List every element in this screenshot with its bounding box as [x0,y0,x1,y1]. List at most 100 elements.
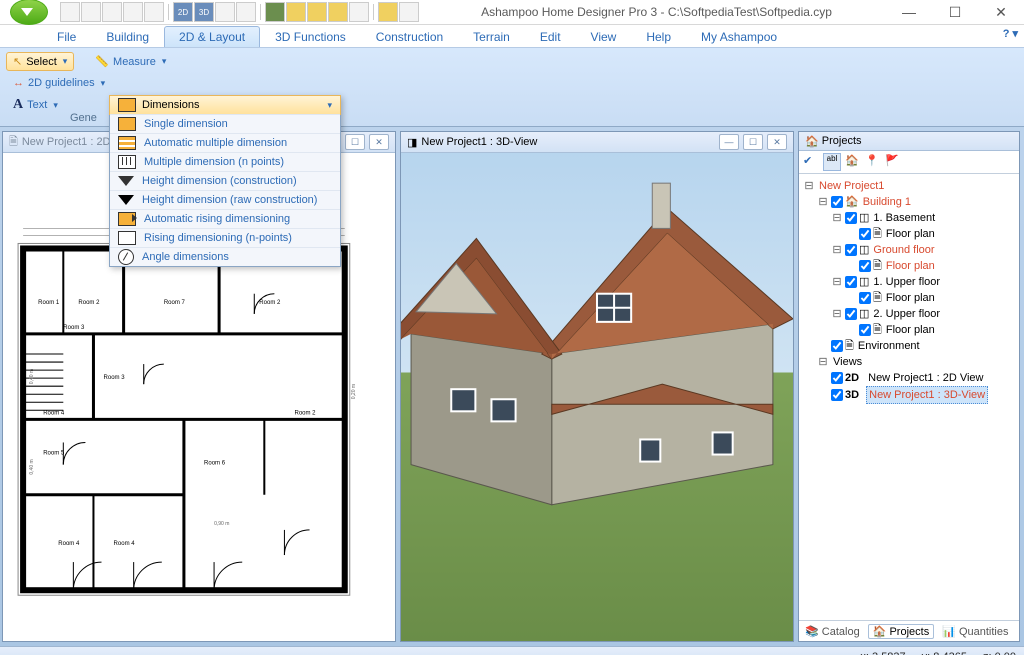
guidelines-button[interactable]: ↔ 2D guidelines▾ [6,74,112,92]
menu-terrain[interactable]: Terrain [458,26,525,47]
select-button[interactable]: ↖ Select▾ [6,52,74,71]
dd-auto-rising[interactable]: Automatic rising dimensioning [110,209,340,228]
app-logo[interactable] [10,0,48,25]
dd-height-construction[interactable]: Height dimension (construction) [110,171,340,190]
chk-upper1[interactable] [845,276,857,288]
height-raw-icon [118,195,134,205]
qt-section-icon[interactable] [236,2,256,22]
auto-multi-icon [118,136,136,150]
view-3d-titlebar[interactable]: ◨ New Project1 : 3D-View — ☐ ✕ [401,132,793,153]
menu-view[interactable]: View [576,26,632,47]
menu-3d-functions[interactable]: 3D Functions [260,26,361,47]
qt-layout-icon[interactable] [215,2,235,22]
tree-upper1-plan[interactable]: Floor plan [884,290,937,306]
projects-tree[interactable]: ⊟New Project1 ⊟🏠Building 1 ⊟◫1. Basement… [799,174,1019,620]
menu-my-ashampoo[interactable]: My Ashampoo [686,26,792,47]
menu-edit[interactable]: Edit [525,26,576,47]
rising-n-icon [118,231,136,245]
window-title: Ashampoo Home Designer Pro 3 - C:\Softpe… [427,5,886,19]
tree-upper1[interactable]: 1. Upper floor [871,274,942,290]
tree-2dview[interactable]: New Project1 : 2D View [866,370,985,386]
env-icon: 🗎 [845,338,854,354]
tree-basement-plan[interactable]: Floor plan [884,226,937,242]
pt-flag2-icon[interactable]: 🚩 [885,154,901,170]
qt-snap2-icon[interactable] [307,2,327,22]
dd-rising-n[interactable]: Rising dimensioning (n-points) [110,228,340,247]
tree-upper2[interactable]: 2. Upper floor [871,306,942,322]
tree-basement[interactable]: 1. Basement [871,210,937,226]
view3d-min-button[interactable]: — [719,134,739,150]
tree-views[interactable]: Views [831,354,864,370]
maximize-button[interactable]: ☐ [932,0,978,24]
cursor-icon: ↖ [13,55,22,68]
close-button[interactable]: ✕ [978,0,1024,24]
qt-new-icon[interactable] [60,2,80,22]
chk-upper2[interactable] [845,308,857,320]
floor-icon: ◫ [859,306,869,322]
view3d-close-button[interactable]: ✕ [767,134,787,150]
text-button[interactable]: A Text▾ [6,94,65,116]
qt-redo-icon[interactable] [144,2,164,22]
dd-angle[interactable]: Angle dimensions [110,247,340,266]
view3d-max-button[interactable]: ☐ [743,134,763,150]
menu-2d-layout[interactable]: 2D & Layout [164,26,260,47]
tree-ground[interactable]: Ground floor [871,242,936,258]
dropdown-header[interactable]: Dimensions ▾ [109,95,341,115]
minimize-button[interactable]: — [886,0,932,24]
chk-basement-plan[interactable] [859,228,871,240]
view-max-button[interactable]: ☐ [345,134,365,150]
tab-quantities[interactable]: 📊 Quantities [942,625,1008,638]
qt-options-icon[interactable] [399,2,419,22]
qt-layers-icon[interactable] [378,2,398,22]
qt-undo-icon[interactable] [123,2,143,22]
qt-open-icon[interactable] [81,2,101,22]
chk-3dview[interactable] [831,389,843,401]
chk-2dview[interactable] [831,372,843,384]
tab-projects[interactable]: 🏠 Projects [868,624,935,639]
menubar: File Building 2D & Layout 3D Functions C… [0,25,1024,48]
qt-snap3-icon[interactable] [328,2,348,22]
menu-construction[interactable]: Construction [361,26,458,47]
menu-file[interactable]: File [42,26,91,47]
tree-environment[interactable]: Environment [856,338,922,354]
qt-save-icon[interactable] [102,2,122,22]
qt-snap1-icon[interactable] [286,2,306,22]
tree-building[interactable]: Building 1 [861,194,913,210]
qt-3d-icon[interactable]: 3D [194,2,214,22]
dd-multiple-n[interactable]: Multiple dimension (n points) [110,152,340,171]
tree-upper2-plan[interactable]: Floor plan [884,322,937,338]
chk-building[interactable] [831,196,843,208]
dd-auto-multiple[interactable]: Automatic multiple dimension [110,133,340,152]
chk-upper2-plan[interactable] [859,324,871,336]
chk-env[interactable] [831,340,843,352]
qt-grid-icon[interactable] [265,2,285,22]
tree-ground-plan[interactable]: Floor plan [884,258,937,274]
chk-ground-plan[interactable] [859,260,871,272]
tree-project[interactable]: New Project1 [817,178,886,194]
chk-ground[interactable] [845,244,857,256]
measure-button[interactable]: 📏 Measure▾ [88,52,173,71]
multi-n-icon [118,155,136,169]
menu-help[interactable]: Help [631,26,686,47]
floor-icon: ◫ [859,274,869,290]
svg-text:0,90 m: 0,90 m [214,521,229,527]
dd-single-dimension[interactable]: Single dimension [110,114,340,133]
view-close-button[interactable]: ✕ [369,134,389,150]
pt-add-icon[interactable]: 🏠 [845,154,861,170]
qt-pick-icon[interactable] [349,2,369,22]
view-3d-canvas[interactable] [401,153,793,641]
menu-building[interactable]: Building [91,26,164,47]
tab-catalog[interactable]: 📚 Catalog [805,625,860,638]
chk-upper1-plan[interactable] [859,292,871,304]
pt-flag-icon[interactable]: 📍 [865,154,881,170]
chk-basement[interactable] [845,212,857,224]
doc-icon: 🗎 [9,133,18,152]
dd-height-raw[interactable]: Height dimension (raw construction) [110,190,340,209]
qt-2d-icon[interactable]: 2D [173,2,193,22]
pt-rename-icon[interactable]: abl [823,153,841,171]
pt-check-icon[interactable]: ✔ [803,154,819,170]
floor-icon: ◫ [859,242,869,258]
help-icon[interactable]: ? ▾ [1003,27,1018,40]
tree-3dview[interactable]: New Project1 : 3D-View [866,386,988,404]
badge-3d: 3D [845,387,859,403]
